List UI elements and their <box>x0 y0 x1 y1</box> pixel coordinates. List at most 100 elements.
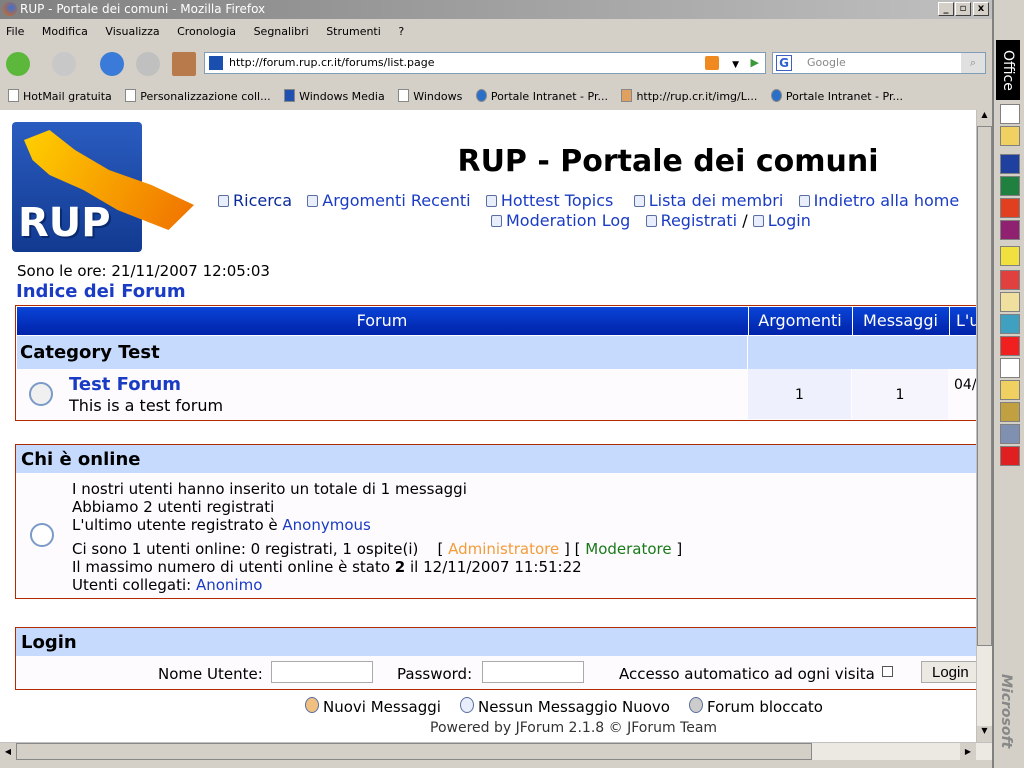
menu-visualizza[interactable]: Visualizza <box>105 25 159 38</box>
nav-ricerca[interactable]: Ricerca <box>218 191 292 210</box>
bookmark-item[interactable]: Portale Intranet - Pr... <box>770 89 903 103</box>
window-titlebar: RUP - Portale dei comuni - Mozilla Firef… <box>0 0 992 19</box>
vertical-scrollbar[interactable]: ▲ ▼ <box>976 110 992 742</box>
office-app-icon[interactable] <box>1000 104 1020 124</box>
back-icon[interactable] <box>6 52 30 76</box>
header-forum: Forum <box>356 311 408 330</box>
forward-icon[interactable] <box>52 52 76 76</box>
folder-icon[interactable] <box>1000 126 1020 146</box>
scroll-thumb-horizontal[interactable] <box>16 743 812 760</box>
search-icon[interactable]: ⌕ <box>961 53 985 73</box>
scroll-up-button[interactable]: ▲ <box>977 110 992 126</box>
forum-description: This is a test forum <box>69 396 224 415</box>
forum-link[interactable]: Test Forum <box>69 374 181 395</box>
auto-login-label: Accesso automatico ad ogni visita <box>619 665 875 683</box>
users-online-text: Ci sono 1 utenti online: 0 registrati, 1… <box>72 540 683 558</box>
connected-users-text: Utenti collegati: Anonimo <box>72 576 263 594</box>
menu-file[interactable]: File <box>6 25 24 38</box>
stop-icon[interactable] <box>136 52 160 76</box>
shortcut-icon[interactable] <box>1000 292 1020 312</box>
nav-login[interactable]: Login <box>752 211 811 230</box>
bookmark-item[interactable]: Personalizzazione coll... <box>125 89 271 103</box>
forum-index-link[interactable]: Indice dei Forum <box>16 281 186 302</box>
microsoft-label: Microsoft <box>998 674 1014 749</box>
nav-argomenti-recenti[interactable]: Argomenti Recenti <box>307 191 471 210</box>
shortcut-icon[interactable] <box>1000 358 1020 378</box>
login-button[interactable]: Login <box>921 661 976 683</box>
maximize-button[interactable]: ▫ <box>955 2 971 16</box>
footer-powered-by: Powered by JForum 2.1.8 © JForum Team <box>430 720 718 736</box>
scroll-thumb[interactable] <box>977 126 992 646</box>
nav-moderation-log[interactable]: Moderation Log <box>491 211 630 230</box>
shortcut-icon[interactable] <box>1000 270 1020 290</box>
nav-indietro-home[interactable]: Indietro alla home <box>798 191 959 210</box>
bookmark-item[interactable]: Portale Intranet - Pr... <box>475 89 608 103</box>
connected-user-link[interactable]: Anonimo <box>196 576 262 594</box>
calculator-icon[interactable] <box>1000 314 1020 334</box>
nav-hottest-topics[interactable]: Hottest Topics <box>485 191 613 210</box>
username-input[interactable] <box>271 661 373 683</box>
page-icon <box>125 89 137 102</box>
image-icon <box>621 89 633 102</box>
nav-registrati[interactable]: Registrati <box>645 211 737 230</box>
shortcut-icon[interactable] <box>1000 446 1020 466</box>
rss-icon[interactable] <box>705 56 719 70</box>
minimize-button[interactable]: _ <box>938 2 954 16</box>
google-icon[interactable]: G <box>776 55 792 71</box>
search-input[interactable]: G Google ⌕ <box>772 52 986 74</box>
bookmark-item[interactable]: http://rup.cr.it/img/L... <box>621 89 757 103</box>
shortcut-icon[interactable] <box>1000 336 1020 356</box>
auto-login-checkbox[interactable] <box>882 666 893 677</box>
shortcut-icon[interactable] <box>1000 380 1020 400</box>
last-user-link[interactable]: Anonymous <box>282 516 370 534</box>
shortcut-icon[interactable] <box>1000 424 1020 444</box>
bookmark-label: Windows <box>413 90 463 103</box>
last-user-text: L'ultimo utente registrato è Anonymous <box>72 516 371 534</box>
list-icon <box>491 215 502 227</box>
category-row: Category Test <box>17 336 976 369</box>
category-name: Category Test <box>20 342 160 363</box>
reload-icon[interactable] <box>100 52 124 76</box>
list-icon <box>633 195 645 207</box>
bookmark-item[interactable]: Windows <box>398 89 463 103</box>
nav-lista-membri[interactable]: Lista dei membri <box>633 191 783 210</box>
password-input[interactable] <box>482 661 584 683</box>
publisher-icon[interactable] <box>1000 220 1020 240</box>
go-icon[interactable]: ▶ <box>751 53 759 73</box>
horizontal-scrollbar[interactable]: ◀ ▶ <box>0 742 992 760</box>
shortcut-icon[interactable] <box>1000 402 1020 422</box>
forum-topics-count: 1 <box>748 369 851 419</box>
menu-help[interactable]: ? <box>398 25 404 38</box>
home-list-icon <box>798 195 810 207</box>
header-messaggi: Messaggi <box>852 307 948 335</box>
bookmark-item[interactable]: Windows Media <box>284 89 385 103</box>
powerpoint-icon[interactable] <box>1000 198 1020 218</box>
forum-posts-count: 1 <box>852 369 948 419</box>
scroll-down-button[interactable]: ▼ <box>977 726 992 742</box>
bookmarks-bar: HotMail gratuita Personalizzazione coll.… <box>0 84 992 110</box>
username-label: Nome Utente: <box>158 665 263 683</box>
home-icon[interactable] <box>172 52 196 76</box>
menu-strumenti[interactable]: Strumenti <box>326 25 381 38</box>
header-argomenti: Argomenti <box>748 307 851 335</box>
word-icon[interactable] <box>1000 154 1020 174</box>
shortcut-icon[interactable] <box>1000 246 1020 266</box>
scroll-left-button[interactable]: ◀ <box>0 743 16 760</box>
scroll-right-button[interactable]: ▶ <box>960 743 976 760</box>
total-posts-text: I nostri utenti hanno inserito un totale… <box>72 480 467 498</box>
search-icon <box>218 195 229 207</box>
drupal-icon <box>475 89 487 102</box>
close-button[interactable]: x <box>973 2 989 16</box>
dropdown-icon[interactable]: ▼ <box>732 55 739 75</box>
excel-icon[interactable] <box>1000 176 1020 196</box>
forum-table: Forum Argomenti Messaggi L'ultimo messag… <box>15 305 976 421</box>
windows-media-icon <box>284 89 296 102</box>
menu-segnalibri[interactable]: Segnalibri <box>254 25 309 38</box>
bookmark-item[interactable]: HotMail gratuita <box>8 89 112 103</box>
password-label: Password: <box>397 665 473 683</box>
url-input[interactable]: http://forum.rup.cr.it/forums/list.page … <box>204 52 766 74</box>
menu-cronologia[interactable]: Cronologia <box>177 25 236 38</box>
menu-modifica[interactable]: Modifica <box>42 25 88 38</box>
page-icon <box>398 89 410 102</box>
online-stats: I nostri utenti hanno inserito un totale… <box>72 480 682 594</box>
